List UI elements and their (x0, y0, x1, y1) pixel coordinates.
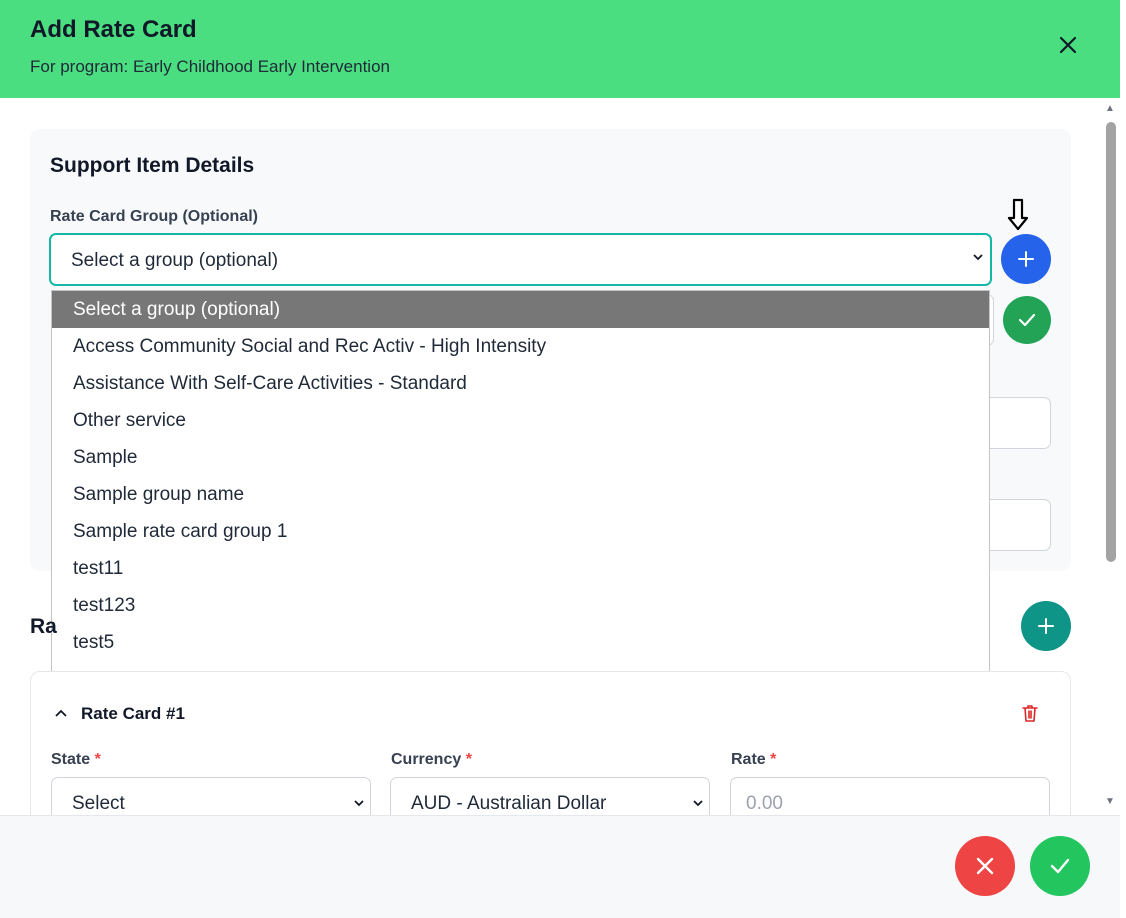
cancel-button[interactable] (955, 836, 1015, 896)
scrollbar-thumb[interactable] (1106, 122, 1116, 562)
add-group-button[interactable] (1001, 234, 1051, 284)
chevron-down-icon (692, 796, 704, 814)
close-icon[interactable] (1056, 33, 1080, 57)
dropdown-option[interactable]: test11 (52, 550, 989, 587)
dropdown-option[interactable]: Access Community Social and Rec Activ - … (52, 328, 989, 365)
currency-label: Currency * (391, 751, 472, 768)
rate-card-group-value: Select a group (optional) (71, 250, 279, 271)
dropdown-option[interactable]: Select a group (optional) (52, 291, 989, 328)
rate-label: Rate * (731, 751, 777, 768)
down-arrow-icon (1006, 196, 1030, 236)
chevron-down-icon (972, 250, 984, 267)
state-select-value: Select (72, 793, 125, 814)
dropdown-option[interactable]: Other service (52, 402, 989, 439)
modal-title: Add Rate Card (30, 16, 197, 43)
modal-subtitle: For program: Early Childhood Early Inter… (30, 57, 390, 76)
rate-cards-section-title: Ra (30, 615, 57, 638)
scroll-down-arrow-icon[interactable]: ▼ (1105, 796, 1115, 807)
rate-card-title[interactable]: Rate Card #1 (81, 704, 185, 724)
modal-header (0, 0, 1120, 98)
currency-select-value: AUD - Australian Dollar (411, 793, 607, 814)
trash-icon[interactable] (1019, 702, 1041, 724)
scroll-up-arrow-icon[interactable]: ▲ (1105, 103, 1115, 114)
rate-card-group-label: Rate Card Group (Optional) (50, 208, 258, 225)
modal-footer (0, 815, 1120, 918)
section-title-support-item: Support Item Details (50, 154, 255, 177)
dropdown-option[interactable]: test123 (52, 587, 989, 624)
chevron-up-icon[interactable] (53, 705, 69, 721)
window-edge (1120, 0, 1126, 918)
rate-input-placeholder: 0.00 (746, 793, 783, 814)
chevron-down-icon (353, 796, 365, 814)
dropdown-option[interactable]: Assistance With Self-Care Activities - S… (52, 365, 989, 402)
group-dropdown-list[interactable]: Select a group (optional) Access Communi… (51, 290, 990, 697)
dropdown-option[interactable]: Sample rate card group 1 (52, 513, 989, 550)
dropdown-option[interactable]: Sample (52, 439, 989, 476)
dropdown-option[interactable]: test5 (52, 624, 989, 661)
dropdown-option[interactable]: Sample group name (52, 476, 989, 513)
state-label: State * (51, 751, 101, 768)
confirm-group-button[interactable] (1003, 296, 1051, 344)
save-button[interactable] (1030, 836, 1090, 896)
add-rate-card-button[interactable] (1021, 601, 1071, 651)
